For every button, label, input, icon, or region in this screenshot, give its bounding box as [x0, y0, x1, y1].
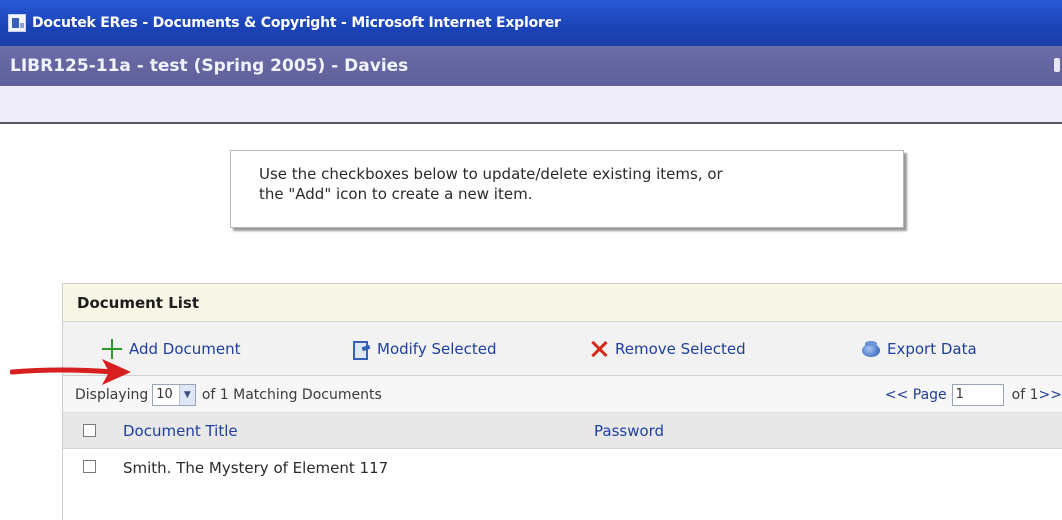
export-data-label: Export Data [887, 340, 977, 358]
navigation-strip [0, 86, 1062, 124]
export-data-button[interactable]: Export Data [861, 322, 977, 376]
table-row: Smith. The Mystery of Element 117 [63, 449, 1062, 487]
remove-x-icon [589, 339, 609, 359]
course-header-bar: LIBR125-11a - test (Spring 2005) - Davie… [0, 46, 1062, 86]
instruction-box: Use the checkboxes below to update/delet… [230, 150, 904, 228]
per-page-select[interactable]: 10 ▼ [152, 383, 196, 406]
page-count-label: of 1 [1011, 386, 1039, 403]
add-document-label: Add Document [129, 340, 241, 358]
document-title-cell: Smith. The Mystery of Element 117 [123, 459, 389, 477]
window-title-bar: Docutek ERes - Documents & Copyright - M… [0, 0, 1062, 46]
select-all-checkbox[interactable] [83, 424, 96, 437]
display-controls-row: Displaying 10 ▼ of 1 Matching Documents … [63, 376, 1062, 413]
next-page-link[interactable]: >> [1039, 387, 1062, 403]
export-icon [861, 339, 881, 359]
column-header-document-title[interactable]: Document Title [123, 413, 238, 449]
pagination: << Page 1 of 1 >> [885, 376, 1062, 413]
page-number-input[interactable]: 1 [951, 383, 1004, 406]
instruction-line-1: Use the checkboxes below to update/delet… [259, 165, 723, 183]
modify-selected-label: Modify Selected [377, 340, 497, 358]
panel-header: Document List [63, 284, 1062, 322]
document-list-panel: Document List Add Document Modify Select… [62, 283, 1062, 520]
remove-selected-label: Remove Selected [615, 340, 746, 358]
document-toolbar: Add Document Modify Selected Remove Sele… [63, 322, 1062, 376]
annotation-arrow [10, 359, 131, 385]
browser-app-icon [8, 14, 26, 32]
panel-title: Document List [77, 293, 199, 312]
course-bar-edge-control[interactable] [1054, 58, 1060, 72]
remove-selected-button[interactable]: Remove Selected [589, 322, 746, 376]
row-checkbox[interactable] [83, 460, 96, 473]
column-header-password[interactable]: Password [594, 413, 664, 449]
per-page-value: 10 [156, 387, 173, 402]
modify-icon [351, 339, 371, 360]
instruction-line-2: the "Add" icon to create a new item. [259, 185, 533, 203]
table-header: Document Title Password [63, 413, 1062, 449]
window-title: Docutek ERes - Documents & Copyright - M… [32, 15, 561, 31]
previous-page-link[interactable]: << Page [885, 387, 947, 403]
matching-documents-label: of 1 Matching Documents [201, 386, 382, 403]
modify-selected-button[interactable]: Modify Selected [351, 322, 497, 376]
chevron-down-icon[interactable]: ▼ [178, 384, 195, 405]
course-title: LIBR125-11a - test (Spring 2005) - Davie… [10, 56, 409, 76]
